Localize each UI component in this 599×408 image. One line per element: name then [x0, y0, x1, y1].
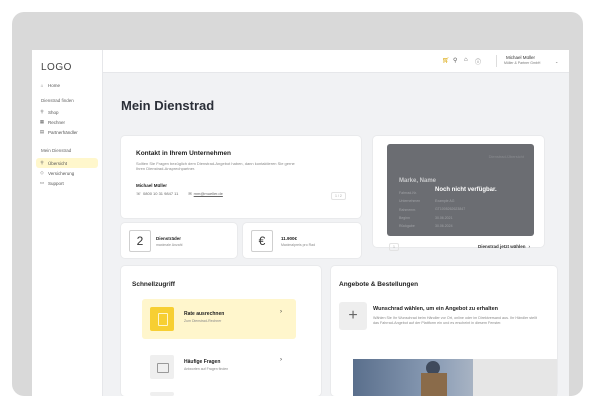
contact-card: Kontakt in Ihrem Unternehmen Sollten Sie… — [121, 136, 361, 218]
stat-card-price: € 11.900€ Maximalpreis pro Rad — [243, 223, 361, 258]
sidebar-item-label: Partnerhändler — [48, 129, 78, 135]
sidebar-item-uebersicht[interactable]: ⚲ Übersicht — [36, 158, 98, 168]
field-value: 30.06.2024 — [435, 223, 453, 228]
quick-item-faq[interactable]: Häufige Fragen Antworten auf Fragen find… — [142, 347, 296, 387]
field-value: GT1005262623847 — [435, 207, 466, 212]
pagination[interactable]: 1 — [389, 243, 399, 251]
divider — [496, 55, 497, 67]
bike-icon: ⚲ — [40, 109, 44, 114]
offers-description: Wählen Sie Ihr Wunschrad beim Händler vo… — [373, 316, 537, 325]
offers-subtitle: Wunschrad wählen, um ein Angebot zu erha… — [373, 306, 498, 312]
quick-access-title: Schnellzugriff — [132, 281, 175, 288]
outer-frame: LOGO ⌂ Home Dienstrad finden ⚲ Shop ▦ Re… — [12, 12, 583, 396]
field-label: Unternehmen — [399, 199, 421, 204]
field-label: Fahrrad-Nr. — [399, 191, 417, 195]
app-window: LOGO ⌂ Home Dienstrad finden ⚲ Shop ▦ Re… — [32, 50, 569, 396]
sidebar-item-label: Shop — [48, 109, 59, 115]
shield-icon: ◇ — [40, 170, 44, 175]
contact-description: Sollten Sie Fragen bezüglich dem Dienstr… — [136, 161, 295, 172]
topbar: 🛒︎ ⚲ ⌂ ⓘ Michael Müller Müller & Partner… — [103, 50, 569, 73]
plus-icon[interactable]: + — [339, 302, 367, 330]
field-label: Rückgabe — [399, 224, 415, 229]
cyclist-photo — [353, 359, 557, 396]
stat-sub: Maximalpreis pro Rad — [281, 243, 316, 247]
field-label: Beginn — [399, 215, 410, 220]
stat-label: Diensträder — [156, 236, 182, 241]
sidebar-item-label: Übersicht — [48, 160, 68, 166]
chevron-down-icon[interactable]: ⌄ — [555, 59, 558, 64]
field-value: Example AG — [435, 199, 455, 203]
contact-title: Kontakt in Ihrem Unternehmen — [136, 150, 231, 157]
faq-icon — [150, 355, 174, 379]
euro-icon: € — [251, 230, 273, 252]
sidebar-item-shop[interactable]: ⚲ Shop — [36, 107, 59, 117]
chevron-right-icon: › — [280, 357, 282, 363]
help-icon[interactable]: ⓘ — [475, 57, 481, 66]
sidebar-section-title: Mein Dienstrad — [41, 148, 72, 153]
field-label: Rahmennr. — [399, 207, 417, 212]
user-company: Müller & Partner GmbH — [504, 61, 541, 65]
contact-email[interactable]: mm@mueller.de — [194, 191, 223, 196]
quick-item-icon-partial — [150, 392, 174, 396]
stat-sub: maximale Anzahl — [156, 243, 183, 247]
search-icon[interactable]: ⚲ — [453, 57, 457, 64]
cart-icon[interactable]: 🛒︎ — [442, 57, 450, 64]
bike-count: 2 — [129, 230, 151, 252]
sidebar-item-label: Home — [48, 82, 61, 88]
sidebar-item-versicherung[interactable]: ◇ Versicherung — [36, 168, 74, 178]
bike-icon: ⚲ — [40, 160, 44, 165]
sidebar-item-label: Versicherung — [48, 170, 75, 176]
sidebar-item-partnerhaendler[interactable]: ▤ Partnerhändler — [36, 127, 78, 137]
page-title: Mein Dienstrad — [121, 98, 215, 113]
watermark: Dienstrad-Übersicht — [488, 154, 524, 159]
chat-icon: ▭ — [39, 180, 45, 185]
contact-person: Michael Müller — [136, 183, 168, 188]
store-icon: ▤ — [39, 129, 45, 134]
chevron-right-icon: › — [280, 309, 282, 315]
sidebar: LOGO ⌂ Home Dienstrad finden ⚲ Shop ▦ Re… — [32, 50, 103, 396]
quick-item-sub: Antworten auf Fragen finden — [184, 367, 229, 371]
stat-card-bikes: 2 Diensträder maximale Anzahl — [121, 223, 237, 258]
logo: LOGO — [41, 62, 72, 73]
sidebar-item-rechner[interactable]: ▦ Rechner — [36, 117, 65, 127]
document-icon — [150, 307, 174, 331]
quick-item-rate[interactable]: Rate ausrechnen Zum Dienstrad-Rechner › — [142, 299, 296, 339]
max-price: 11.900€ — [281, 236, 298, 241]
bike-name: Marke, Name — [399, 178, 437, 184]
home-icon: ⌂ — [40, 82, 44, 88]
sidebar-item-support[interactable]: ▭ Support — [36, 178, 64, 188]
choose-bike-button[interactable]: Dienstrad jetzt wählen › — [478, 244, 530, 249]
sidebar-item-label: Support — [48, 180, 64, 186]
cta-label: Dienstrad jetzt wählen — [478, 244, 526, 249]
quick-item-title: Häufige Fragen — [184, 359, 221, 365]
chevron-right-icon: › — [528, 244, 531, 249]
sidebar-item-home[interactable]: ⌂ Home — [36, 80, 60, 90]
sidebar-section-title: Dienstrad finden — [41, 98, 74, 103]
user-name[interactable]: Michael Müller — [506, 55, 535, 60]
field-value: 30.06.2021 — [435, 215, 453, 220]
quick-item-sub: Zum Dienstrad-Rechner — [184, 319, 222, 323]
offers-title: Angebote & Bestellungen — [339, 281, 419, 288]
pagination[interactable]: 1 / 2 — [331, 192, 346, 200]
bike-image-placeholder: Dienstrad-Übersicht Marke, Name Fahrrad-… — [387, 144, 534, 236]
field-value-highlight: Noch nicht verfügbar. — [435, 187, 497, 193]
shop-icon[interactable]: ⌂ — [464, 57, 468, 63]
mail-icon: ✉ — [188, 191, 192, 196]
sidebar-item-label: Rechner — [48, 119, 66, 125]
contact-phone: 0800 10 31 9847 11 — [143, 191, 179, 196]
phone-icon: ☏ — [136, 191, 142, 196]
quick-item-title: Rate ausrechnen — [184, 311, 225, 317]
calculator-icon: ▦ — [39, 119, 45, 124]
